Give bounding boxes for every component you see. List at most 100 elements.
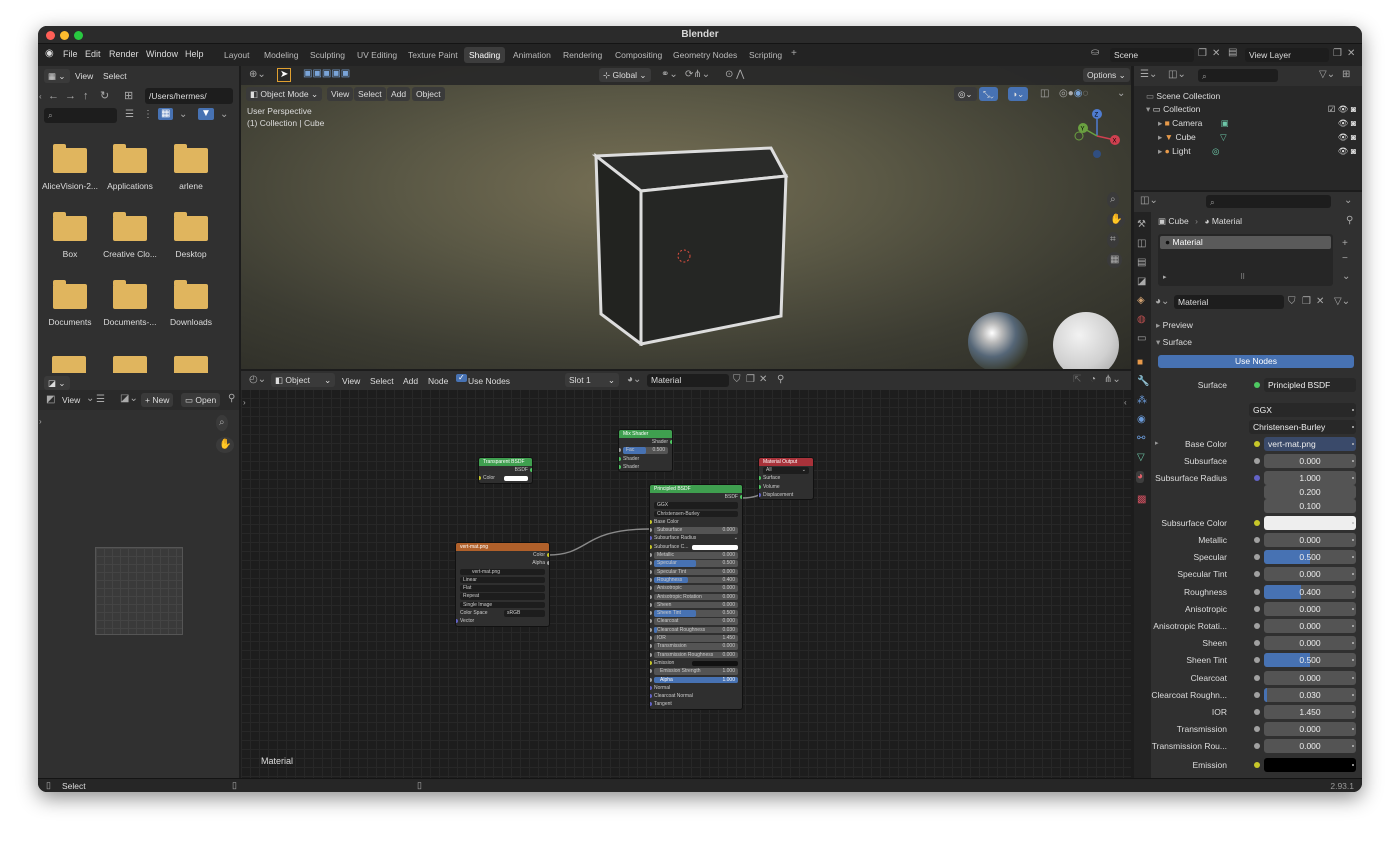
transparent-bsdf-node[interactable]: Transparent BSDF BSDF Color (478, 457, 533, 484)
output-tab-icon[interactable]: ▤ (1137, 258, 1146, 268)
pin-icon[interactable]: ⚲ (228, 394, 235, 404)
socket-float-icon[interactable] (650, 577, 652, 582)
socket-shader-icon[interactable] (619, 456, 621, 461)
subsurface-slider[interactable]: 0.000 (1264, 454, 1356, 468)
socket-color-icon[interactable] (650, 519, 652, 524)
editor-type-icon[interactable]: ☰⌄ (1140, 70, 1157, 80)
socket-vector-icon[interactable] (759, 492, 761, 497)
node-slider-row[interactable]: Anisotropic 0.000 (650, 584, 742, 592)
material-output-node[interactable]: Material Output All ⌄ Surface Volume Disp… (758, 457, 814, 501)
keyframe-dot-icon[interactable] (1352, 711, 1354, 713)
radius-y-field[interactable]: 0.200 (1264, 485, 1356, 499)
keyframe-dot-icon[interactable] (1352, 522, 1354, 524)
socket-shader-icon[interactable] (530, 468, 532, 472)
outliner-item-camera[interactable]: ▸ ■ Camera ▣ 👁 ◙ (1158, 118, 1356, 129)
navigation-gizmo[interactable]: Z X Y (1067, 106, 1127, 166)
node-slider-row[interactable]: Sheen 0.000 (650, 601, 742, 609)
physics-tab-icon[interactable]: ◉ (1137, 415, 1146, 425)
keyframe-dot-icon[interactable] (1352, 443, 1354, 445)
use-nodes-button[interactable]: Use Nodes (1158, 355, 1354, 368)
socket-float-icon[interactable] (650, 669, 652, 674)
add-workspace-icon[interactable]: + (791, 49, 797, 59)
property-slider[interactable]: 0.500 (1264, 653, 1356, 668)
socket-color-icon[interactable] (650, 544, 652, 549)
distribution-select[interactable]: GGX (650, 501, 742, 509)
interpolation-select[interactable]: Linear (456, 576, 549, 584)
folder-item[interactable]: Downloads (161, 280, 221, 327)
proportional-edit-icon[interactable]: ⊙ ⋀ (725, 70, 744, 80)
object-mode-select[interactable]: ◧ Object Mode ⌄ (246, 87, 323, 101)
menu-edit[interactable]: Edit (85, 49, 101, 59)
node-slider-row[interactable]: Clearcoat 0.000 (650, 617, 742, 625)
menu-select[interactable]: Select (354, 87, 386, 101)
property-slider[interactable]: 0.000 (1264, 567, 1356, 582)
editor-type-icon[interactable]: ◫⌄ (1140, 196, 1158, 206)
image-mode-icon[interactable]: ◩ (46, 395, 55, 405)
transform-orientation-select[interactable]: ⊹ Global ⌄ (599, 68, 651, 82)
socket-float-icon[interactable] (650, 652, 652, 657)
new-view-layer-icon[interactable]: ❐ (1333, 49, 1342, 59)
preview-panel-header[interactable]: ▸ Preview (1156, 320, 1193, 331)
node-slider-row[interactable]: Metallic 0.000 (650, 551, 742, 559)
snap-icon[interactable]: ⟳⋔⌄ (685, 70, 710, 80)
scene-tab-icon[interactable]: ◈ (1137, 296, 1145, 306)
image-canvas[interactable] (95, 547, 183, 635)
socket-float-icon[interactable] (547, 561, 549, 566)
texture-tab-icon[interactable]: ▩ (1137, 495, 1146, 505)
refresh-icon[interactable]: ↻ (100, 91, 109, 102)
socket-float-icon[interactable] (650, 677, 652, 682)
visibility-icon[interactable]: ◎⌄ (954, 87, 977, 101)
socket-float-icon[interactable] (650, 586, 652, 591)
menu-view[interactable]: View (75, 71, 93, 81)
keyframe-dot-icon[interactable] (1352, 477, 1354, 479)
fake-user-shield-icon[interactable]: ⛉ (1288, 297, 1296, 307)
duplicate-material-icon[interactable]: ❐ (1302, 297, 1311, 307)
expand-arrow-icon[interactable]: ▸ (1155, 439, 1159, 447)
scene-field[interactable]: Scene (1110, 48, 1194, 62)
emission-color-swatch[interactable] (1264, 758, 1356, 772)
socket-float-icon[interactable] (650, 561, 652, 566)
tool-tab-icon[interactable]: ⚒ (1137, 220, 1146, 230)
image-file-field[interactable]: vert-mat.png (456, 568, 549, 576)
subsurface-slider[interactable]: Subsurface 0.000 (650, 526, 742, 534)
unlink-material-icon[interactable]: ✕ (1316, 297, 1324, 307)
ortho-grid-icon[interactable]: ▦ (1107, 252, 1123, 268)
add-slot-icon[interactable]: + (1342, 239, 1348, 249)
node-slider-row[interactable]: Roughness 0.400 (650, 576, 742, 584)
visibility-icons[interactable]: 👁 ◙ (1338, 146, 1356, 157)
folder-item[interactable]: arlene (161, 144, 221, 191)
socket-float-icon[interactable] (650, 553, 652, 558)
collection-tab-icon[interactable]: ▭ (1137, 334, 1146, 344)
property-slider[interactable]: 0.000 (1264, 636, 1356, 651)
options-dropdown[interactable]: Options ⌄ (1083, 68, 1130, 82)
socket-float-icon[interactable] (650, 619, 652, 624)
editor-type-icon[interactable]: ◪ ⌄ (44, 376, 70, 390)
back-arrow-icon[interactable]: ← (48, 91, 59, 102)
property-slider[interactable]: 0.000 (1264, 619, 1356, 633)
principled-bsdf-node[interactable]: Principled BSDF BSDF GGX Christensen-Bur… (649, 484, 743, 710)
property-slider[interactable]: 0.500 (1264, 550, 1356, 565)
folder-item[interactable]: Creative Clo... (100, 212, 160, 259)
tab-scripting[interactable]: Scripting (744, 47, 787, 63)
pivot-icon[interactable]: ⚭⌄ (661, 70, 678, 80)
surface-panel-header[interactable]: ▾ Surface (1156, 337, 1192, 348)
pin-icon[interactable]: ⚲ (1346, 216, 1353, 226)
node-slider-row[interactable]: Anisotropic Rotation 0.000 (650, 593, 742, 601)
display-options-icon[interactable]: ⌄ (179, 110, 187, 120)
menu-view[interactable]: View (327, 87, 354, 101)
emission-strength-slider[interactable]: Emission Strength 1.000 (650, 667, 742, 675)
tab-sculpting[interactable]: Sculpting (305, 47, 350, 63)
parent-folder-icon[interactable]: ↑ (83, 91, 89, 102)
tab-uv-editing[interactable]: UV Editing (352, 47, 402, 63)
property-slider[interactable]: 0.000 (1264, 739, 1356, 754)
socket-color-icon[interactable] (479, 476, 481, 481)
node-slider-row[interactable]: IOR 1.450 (650, 634, 742, 642)
color-swatch[interactable] (692, 544, 738, 550)
particles-tab-icon[interactable]: ⁂ (1137, 396, 1147, 406)
tab-compositing[interactable]: Compositing (610, 47, 667, 63)
socket-color-icon[interactable] (650, 660, 652, 665)
socket-color-icon[interactable] (547, 553, 549, 557)
subsurface-color-swatch[interactable] (1264, 516, 1356, 530)
view-layer-icon[interactable]: ▤ (1228, 48, 1237, 58)
slot-specials-icon[interactable]: ⌄ (1342, 272, 1350, 282)
